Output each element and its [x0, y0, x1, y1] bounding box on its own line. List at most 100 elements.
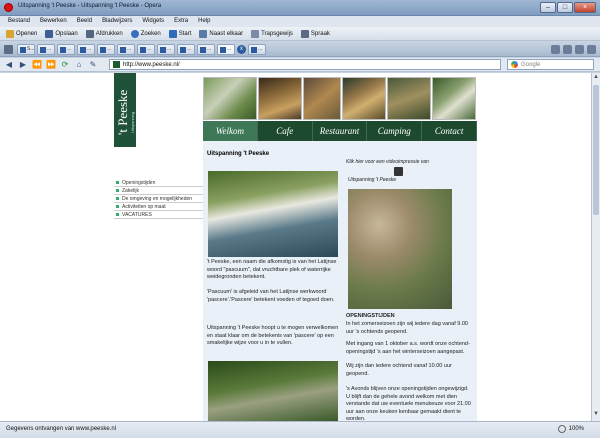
print-button[interactable]: Afdrukken [85, 29, 123, 38]
header-photo [387, 77, 431, 120]
rewind-icon[interactable]: ⏪ [32, 60, 42, 70]
home-icon[interactable]: ⌂ [74, 60, 84, 70]
tab[interactable]: ... [157, 43, 175, 55]
google-icon [511, 61, 518, 68]
panel-icon[interactable] [563, 44, 572, 54]
zoom-icon [557, 425, 566, 433]
disk-icon [45, 29, 54, 38]
menu-help[interactable]: Help [198, 16, 210, 27]
home-button[interactable]: Start [168, 29, 191, 38]
page-icon [120, 46, 126, 53]
vertical-scrollbar[interactable]: ▲ ▼ [591, 73, 600, 421]
magnifier-icon [130, 29, 139, 38]
voice-icon [300, 29, 309, 38]
bullet-icon [116, 205, 119, 208]
menu-bewerken[interactable]: Bewerken [40, 16, 67, 27]
site-icon [113, 61, 120, 68]
nav-cafe[interactable]: Cafe [258, 121, 313, 141]
scroll-up-icon[interactable]: ▲ [592, 74, 600, 82]
menu-widgets[interactable]: Widgets [142, 16, 164, 27]
tab[interactable]: ... [248, 43, 266, 55]
header-photo [303, 77, 341, 120]
scroll-down-icon[interactable]: ▼ [592, 411, 600, 419]
cascade-icon [251, 29, 260, 38]
intro-paragraph: 't Peeske, een naam die afkomstig is van… [207, 259, 337, 280]
menu-icon[interactable] [587, 44, 596, 54]
zoom-level: 100% [568, 426, 584, 432]
tab[interactable]: ... [197, 43, 215, 55]
maximize-button[interactable]: □ [557, 2, 573, 13]
save-button[interactable]: Opslaan [45, 29, 78, 38]
reload-icon[interactable]: ⟳ [60, 60, 70, 70]
tab[interactable]: ... [37, 43, 55, 55]
status-bar: Gegevens ontvangen van www.peeske.nl 100… [0, 421, 600, 438]
url-text: http://www.peeske.nl/ [123, 61, 180, 68]
status-text: Gegevens ontvangen van www.peeske.nl [6, 426, 117, 432]
tab[interactable]: ... [57, 43, 75, 55]
menu-bar: Bestand Bewerken Beeld Bladwijzers Widge… [0, 16, 600, 27]
close-tab-icon[interactable]: x [237, 44, 246, 54]
web-page: 't Peeske Uitspanning Welkom Cafe Restau… [114, 73, 478, 421]
gear-icon[interactable] [575, 44, 584, 54]
nav-contact[interactable]: Contact [422, 121, 477, 141]
window-title: Uitspanning 't Peeske - Uitspanning 't P… [18, 3, 162, 9]
tab[interactable]: ... [177, 43, 195, 55]
header-photo [203, 77, 257, 120]
nav-welkom[interactable]: Welkom [203, 121, 258, 141]
tab-active[interactable]: ... [217, 43, 235, 55]
tools-icon[interactable] [4, 44, 13, 54]
menu-extra[interactable]: Extra [174, 16, 188, 27]
back-icon[interactable]: ◀ [4, 60, 14, 70]
voice-button[interactable]: Spraak [300, 29, 330, 38]
tile-button[interactable]: Naast elkaar [199, 29, 243, 38]
header-photo [432, 77, 476, 120]
tile-icon [199, 29, 208, 38]
search-button[interactable]: Zoeken [130, 29, 161, 38]
cascade-button[interactable]: Trapsgewijs [251, 29, 293, 38]
site-nav: Welkom Cafe Restaurant Camping Contact [203, 121, 477, 141]
search-field[interactable]: Google [507, 59, 594, 70]
close-button[interactable]: × [574, 2, 596, 13]
opening-text-2: Met ingang van 1 oktober a.s. wordt onze… [346, 341, 470, 355]
scroll-thumb[interactable] [593, 85, 599, 215]
page-icon [100, 46, 106, 53]
tab[interactable]: ... [97, 43, 115, 55]
video-camera-icon[interactable] [394, 167, 403, 176]
forward-icon[interactable]: ▶ [18, 60, 28, 70]
main-toolbar: Openen Opslaan Afdrukken Zoeken Start Na… [0, 27, 600, 41]
tab[interactable]: ... [117, 43, 135, 55]
open-button[interactable]: Openen [6, 29, 37, 38]
page-icon [251, 46, 257, 53]
zoom-control[interactable]: 100% [557, 425, 584, 433]
fast-forward-icon[interactable]: ⏩ [46, 60, 56, 70]
nav-camping[interactable]: Camping [367, 121, 423, 141]
video-caption-2[interactable]: Uitspanning 't Peeske [348, 177, 480, 185]
address-toolbar: ◀ ▶ ⏪ ⏩ ⟳ ⌂ ✎ http://www.peeske.nl/ Goog… [0, 58, 600, 72]
minimize-button[interactable]: – [540, 2, 556, 13]
tab[interactable]: ... [137, 43, 155, 55]
page-icon [180, 46, 186, 53]
opening-text-3: Wij zijn dan iedere ochtend vanaf 10.00 … [346, 363, 452, 377]
bullet-icon [116, 181, 119, 184]
site-logo[interactable]: 't Peeske Uitspanning [114, 73, 136, 147]
tab[interactable]: ... [77, 43, 95, 55]
trash-icon[interactable] [551, 44, 560, 54]
menu-bestand[interactable]: Bestand [8, 16, 30, 27]
printer-icon [85, 29, 94, 38]
main-content: Uitspanning 't Peeske 't Peeske, een naa… [203, 141, 477, 421]
video-caption[interactable]: Klik hier voor een videoimpressie van [346, 159, 478, 167]
menu-bladwijzers[interactable]: Bladwijzers [102, 16, 132, 27]
address-field[interactable]: http://www.peeske.nl/ [109, 59, 501, 70]
tab[interactable]: S... [17, 43, 35, 55]
tab-bar: S... ... ... ... ... ... ... ... ... ...… [0, 42, 600, 57]
menu-beeld[interactable]: Beeld [77, 16, 92, 27]
nav-restaurant[interactable]: Restaurant [313, 121, 368, 141]
page-icon [140, 46, 146, 53]
opening-text-4: 's Avonds blijven onze openingstijden on… [346, 386, 471, 421]
page-icon [40, 46, 46, 53]
page-icon [160, 46, 166, 53]
edit-icon[interactable]: ✎ [88, 60, 98, 70]
page-viewport: 't Peeske Uitspanning Welkom Cafe Restau… [0, 73, 591, 421]
main-photo [208, 171, 338, 257]
bullet-icon [116, 213, 119, 216]
